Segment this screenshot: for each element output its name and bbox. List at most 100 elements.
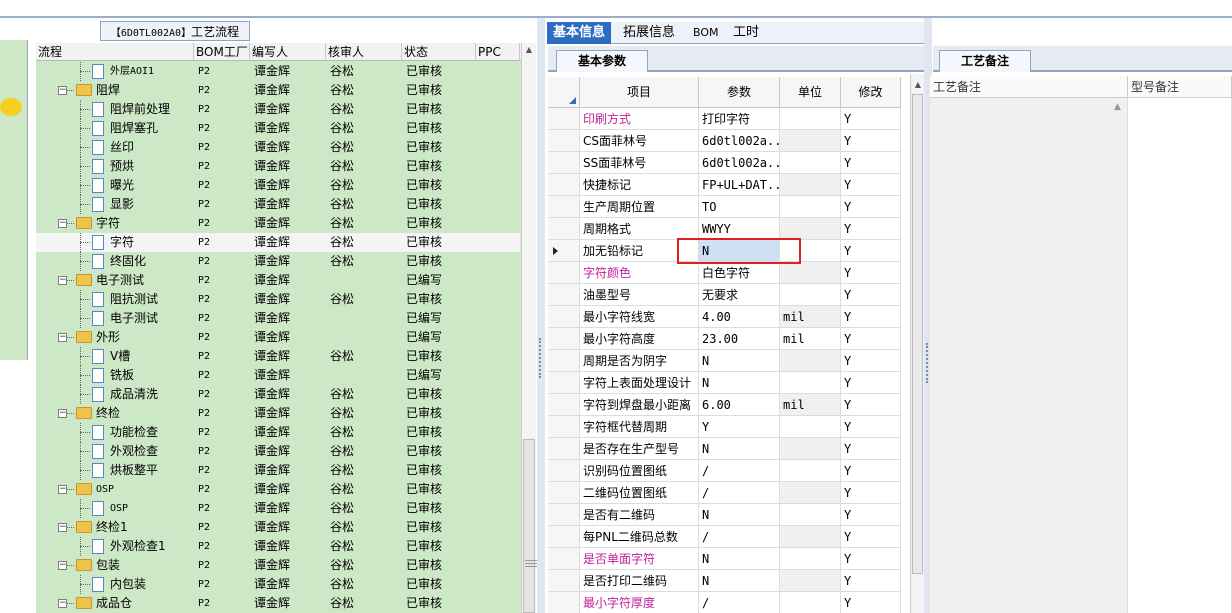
collapse-toggle-icon[interactable]: −: [58, 599, 67, 608]
process-tree[interactable]: 流程 BOM工厂 编写人 核审人 状态 PPC 外层AOI1 P2 谭金辉 谷松 已审核 − 阻焊 P2…: [36, 43, 536, 613]
params-scrollbar[interactable]: ▲: [910, 74, 924, 613]
tree-col-header[interactable]: 核审人: [326, 43, 402, 61]
param-cell-value[interactable]: 6d0tl002a...: [699, 152, 780, 174]
col-model-remark[interactable]: 型号备注: [1128, 76, 1232, 98]
row-indicator[interactable]: [548, 416, 580, 438]
row-indicator[interactable]: [548, 240, 580, 262]
col-process-remark[interactable]: 工艺备注: [930, 76, 1128, 98]
param-row[interactable]: 印刷方式 打印字符 Y: [548, 108, 910, 130]
tree-row[interactable]: − 终检1 P2 谭金辉 谷松 已审核: [36, 518, 520, 537]
param-cell-value[interactable]: Y: [699, 416, 780, 438]
scroll-thumb[interactable]: [523, 439, 537, 613]
param-cell-value[interactable]: 白色字符: [699, 262, 780, 284]
grid-col-header[interactable]: 项目: [580, 77, 699, 108]
param-cell-value[interactable]: N: [699, 570, 780, 592]
tree-row[interactable]: − 外形 P2 谭金辉 已编写: [36, 328, 520, 347]
param-cell-value[interactable]: N: [699, 438, 780, 460]
param-row[interactable]: 每PNL二维码总数 / Y: [548, 526, 910, 548]
tree-row[interactable]: − OSP P2 谭金辉 谷松 已审核: [36, 480, 520, 499]
row-indicator[interactable]: [548, 438, 580, 460]
param-cell-value[interactable]: /: [699, 526, 780, 548]
param-cell-value[interactable]: 6d0tl002a...: [699, 130, 780, 152]
tab-1[interactable]: 拓展信息: [617, 22, 681, 44]
tree-row[interactable]: 外层AOI1 P2 谭金辉 谷松 已审核: [36, 62, 520, 81]
param-row[interactable]: 是否单面字符 N Y: [548, 548, 910, 570]
scroll-up-arrow-icon[interactable]: ▲: [913, 80, 923, 90]
tree-row[interactable]: 外观检查 P2 谭金辉 谷松 已审核: [36, 442, 520, 461]
row-indicator[interactable]: [548, 152, 580, 174]
process-remark-area[interactable]: [930, 98, 1128, 613]
tree-row[interactable]: 铣板 P2 谭金辉 已编写: [36, 366, 520, 385]
row-indicator[interactable]: [548, 394, 580, 416]
param-row[interactable]: 周期格式 WWYY Y: [548, 218, 910, 240]
row-indicator[interactable]: [548, 262, 580, 284]
row-indicator[interactable]: [548, 592, 580, 613]
param-row[interactable]: 字符到焊盘最小距离 6.00 mil Y: [548, 394, 910, 416]
param-cell-value[interactable]: 无要求: [699, 284, 780, 306]
row-indicator[interactable]: [548, 372, 580, 394]
remarks-grid[interactable]: 工艺备注 型号备注 ▲: [930, 76, 1232, 613]
tree-col-header[interactable]: 编写人: [250, 43, 326, 61]
tree-row[interactable]: 阻焊前处理 P2 谭金辉 谷松 已审核: [36, 100, 520, 119]
grid-col-header[interactable]: 参数: [699, 77, 780, 108]
param-row[interactable]: 是否打印二维码 N Y: [548, 570, 910, 592]
param-row[interactable]: 周期是否为阴字 N Y: [548, 350, 910, 372]
row-indicator[interactable]: [548, 218, 580, 240]
row-indicator[interactable]: [548, 130, 580, 152]
param-cell-value[interactable]: WWYY: [699, 218, 780, 240]
param-cell-value[interactable]: 23.00: [699, 328, 780, 350]
param-row[interactable]: 识别码位置图纸 / Y: [548, 460, 910, 482]
param-cell-value[interactable]: N: [699, 350, 780, 372]
row-indicator[interactable]: [548, 108, 580, 130]
param-cell-value[interactable]: TO: [699, 196, 780, 218]
param-row[interactable]: 字符颜色 白色字符 Y: [548, 262, 910, 284]
row-indicator[interactable]: [548, 526, 580, 548]
param-cell-value[interactable]: 4.00: [699, 306, 780, 328]
tree-row[interactable]: − 成品仓 P2 谭金辉 谷松 已审核: [36, 594, 520, 613]
param-row[interactable]: 快捷标记FP+UL+DAT... Y: [548, 174, 910, 196]
row-indicator[interactable]: [548, 306, 580, 328]
scroll-up-arrow-icon[interactable]: ▲: [1114, 102, 1121, 112]
param-cell-value[interactable]: 打印字符: [699, 108, 780, 130]
param-row[interactable]: 是否存在生产型号 N Y: [548, 438, 910, 460]
param-row[interactable]: SS面菲林号6d0tl002a... Y: [548, 152, 910, 174]
left-splitter[interactable]: [537, 18, 545, 613]
collapse-toggle-icon[interactable]: −: [58, 219, 67, 228]
collapse-toggle-icon[interactable]: −: [58, 276, 67, 285]
tree-row[interactable]: 阻抗测试 P2 谭金辉 谷松 已审核: [36, 290, 520, 309]
row-indicator[interactable]: [548, 570, 580, 592]
param-row[interactable]: 字符上表面处理设计 N Y: [548, 372, 910, 394]
row-indicator[interactable]: [548, 460, 580, 482]
param-cell-value[interactable]: 6.00: [699, 394, 780, 416]
tree-row[interactable]: 字符 P2 谭金辉 谷松 已审核: [36, 233, 520, 252]
scroll-up-arrow-icon[interactable]: ▲: [524, 45, 534, 55]
collapse-toggle-icon[interactable]: −: [58, 86, 67, 95]
param-cell-value[interactable]: N: [699, 372, 780, 394]
grid-col-header[interactable]: 单位: [780, 77, 841, 108]
scroll-thumb[interactable]: [912, 94, 923, 574]
collapse-toggle-icon[interactable]: −: [58, 333, 67, 342]
row-indicator[interactable]: [548, 350, 580, 372]
param-row[interactable]: 字符框代替周期 Y Y: [548, 416, 910, 438]
tree-row[interactable]: 成品清洗 P2 谭金辉 谷松 已审核: [36, 385, 520, 404]
param-row[interactable]: 二维码位置图纸 / Y: [548, 482, 910, 504]
tree-col-header[interactable]: 流程: [36, 43, 194, 61]
param-cell-value[interactable]: /: [699, 592, 780, 613]
collapse-toggle-icon[interactable]: −: [58, 561, 67, 570]
tree-row[interactable]: V槽 P2 谭金辉 谷松 已审核: [36, 347, 520, 366]
tree-row[interactable]: 阻焊塞孔 P2 谭金辉 谷松 已审核: [36, 119, 520, 138]
row-indicator[interactable]: [548, 548, 580, 570]
collapse-toggle-icon[interactable]: −: [58, 523, 67, 532]
tree-row[interactable]: 曝光 P2 谭金辉 谷松 已审核: [36, 176, 520, 195]
param-row[interactable]: CS面菲林号6d0tl002a... Y: [548, 130, 910, 152]
tab-3[interactable]: 工时: [727, 22, 765, 44]
row-indicator[interactable]: [548, 328, 580, 350]
tree-row[interactable]: − 终检 P2 谭金辉 谷松 已审核: [36, 404, 520, 423]
tree-row[interactable]: 功能检查 P2 谭金辉 谷松 已审核: [36, 423, 520, 442]
row-indicator[interactable]: [548, 174, 580, 196]
param-row[interactable]: 最小字符线宽 4.00 mil Y: [548, 306, 910, 328]
tree-col-header[interactable]: 状态: [402, 43, 476, 61]
param-row[interactable]: 最小字符厚度 / Y: [548, 592, 910, 613]
row-indicator[interactable]: [548, 284, 580, 306]
tree-col-header[interactable]: PPC: [476, 43, 520, 61]
